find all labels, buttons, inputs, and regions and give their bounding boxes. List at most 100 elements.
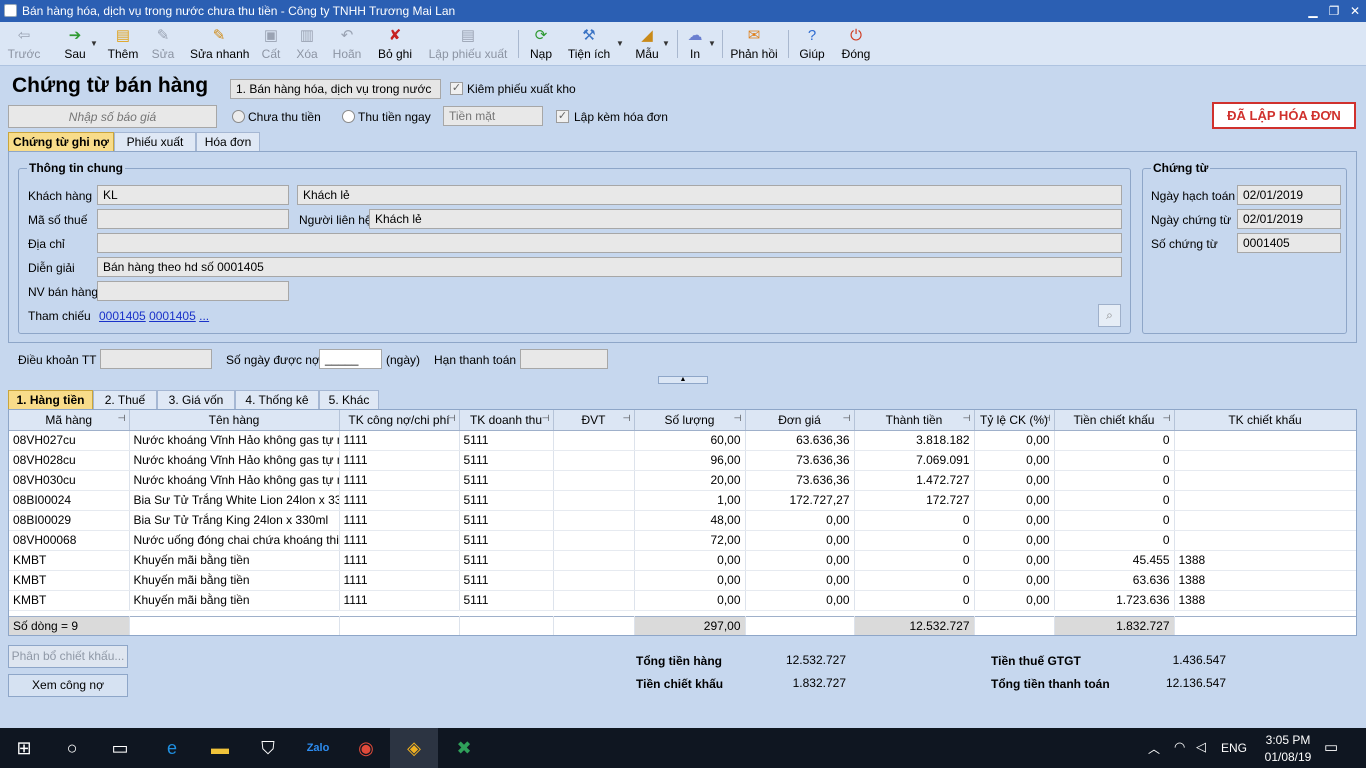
grid-cell[interactable]: 0: [1054, 510, 1175, 531]
next-button[interactable]: ➔ Sau: [60, 22, 90, 66]
grid-cell[interactable]: KMBT: [9, 590, 130, 611]
close-button[interactable]: ⏻ Đóng: [840, 22, 872, 66]
wifi-icon[interactable]: ◠: [1174, 739, 1185, 755]
grid-cell[interactable]: 0,00: [745, 530, 855, 551]
grid-cell[interactable]: 1111: [339, 450, 460, 471]
grid-cell[interactable]: 0,00: [974, 570, 1055, 591]
grid-cell[interactable]: Khuyến mãi bằng tiền: [129, 550, 340, 571]
grid-cell[interactable]: [553, 450, 635, 471]
undo-button[interactable]: ↶ Hoãn: [330, 22, 364, 66]
grid-cell[interactable]: 0,00: [745, 570, 855, 591]
view-debt-button[interactable]: Xem công nợ: [8, 674, 128, 697]
search-reference-icon[interactable]: ⌕: [1098, 304, 1121, 327]
grid-cell[interactable]: 08VH028cu: [9, 450, 130, 471]
grid-cell[interactable]: 7.069.091: [854, 450, 975, 471]
excel-icon[interactable]: ✖: [440, 728, 488, 768]
column-header[interactable]: TK chiết khấu: [1174, 410, 1356, 431]
column-header[interactable]: Tỷ lệ CK (%) ⊣: [974, 410, 1055, 431]
table-row[interactable]: 08VH027cu Nước khoáng Vĩnh Hảo không gas …: [9, 430, 1356, 451]
pin-icon[interactable]: ⊣: [963, 413, 971, 424]
tab-debit-voucher[interactable]: Chứng từ ghi nợ: [8, 132, 114, 152]
chrome-icon[interactable]: ◉: [342, 728, 390, 768]
misa-app-icon[interactable]: ◈: [390, 728, 438, 768]
grid-cell[interactable]: 60,00: [634, 430, 746, 451]
collapse-panel-icon[interactable]: ▲: [658, 376, 708, 384]
grid-cell[interactable]: 1388: [1174, 550, 1356, 571]
save-button[interactable]: ▣ Cất: [259, 22, 283, 66]
table-row[interactable]: KMBT Khuyến mãi bằng tiền 1111 5111 0,00 0,00…: [9, 570, 1356, 591]
description-field[interactable]: Bán hàng theo hd số 0001405: [97, 257, 1122, 277]
grid-cell[interactable]: Nước khoáng Vĩnh Hảo không gas tự nh: [129, 450, 340, 471]
grid-cell[interactable]: 5111: [459, 510, 554, 531]
unpaid-radio[interactable]: [232, 110, 245, 123]
address-field[interactable]: [97, 233, 1122, 253]
grid-cell[interactable]: [1174, 490, 1356, 511]
column-header[interactable]: Tên hàng: [129, 410, 340, 431]
minimize-icon[interactable]: ▁: [1304, 2, 1322, 20]
grid-cell[interactable]: 5111: [459, 450, 554, 471]
edge-browser-icon[interactable]: e: [148, 728, 196, 768]
voucher-no-field[interactable]: 0001405: [1237, 233, 1341, 253]
grid-cell[interactable]: Khuyến mãi bằng tiền: [129, 570, 340, 591]
grid-cell[interactable]: [1174, 470, 1356, 491]
grid-cell[interactable]: 5111: [459, 570, 554, 591]
payment-method-input[interactable]: [443, 106, 543, 126]
grid-cell[interactable]: 0: [1054, 430, 1175, 451]
search-icon[interactable]: ○: [48, 728, 96, 768]
column-header[interactable]: ĐVT ⊣: [553, 410, 635, 431]
grid-cell[interactable]: 0: [854, 590, 975, 611]
column-header[interactable]: TK doanh thu ⊣: [459, 410, 554, 431]
contact-field[interactable]: Khách lẻ: [369, 209, 1122, 229]
column-header[interactable]: Mã hàng ⊣: [9, 410, 130, 431]
grid-cell[interactable]: 72,00: [634, 530, 746, 551]
feedback-button[interactable]: ✉ Phản hồi: [729, 22, 779, 66]
template-button[interactable]: ◢ Mẫu: [633, 22, 661, 66]
file-explorer-icon[interactable]: ▬: [196, 728, 244, 768]
grid-cell[interactable]: 08VH00068: [9, 530, 130, 551]
grid-cell[interactable]: 0,00: [974, 430, 1055, 451]
tab-goods-money[interactable]: 1. Hàng tiền: [8, 390, 93, 410]
reference-more-link[interactable]: ...: [199, 309, 209, 323]
grid-cell[interactable]: 0,00: [974, 550, 1055, 571]
reference-link[interactable]: 0001405: [149, 309, 196, 323]
edit-button[interactable]: ✎ Sửa: [149, 22, 177, 66]
grid-cell[interactable]: 96,00: [634, 450, 746, 471]
pin-icon[interactable]: ⊣: [1163, 413, 1171, 424]
grid-cell[interactable]: 5111: [459, 590, 554, 611]
grid-cell[interactable]: 0,00: [745, 590, 855, 611]
tab-tax[interactable]: 2. Thuế: [93, 390, 157, 410]
pin-icon[interactable]: ⊣: [843, 413, 851, 424]
grid-cell[interactable]: 172.727,27: [745, 490, 855, 511]
grid-cell[interactable]: 0,00: [974, 490, 1055, 511]
table-row[interactable]: KMBT Khuyến mãi bằng tiền 1111 5111 0,00 0,00…: [9, 550, 1356, 571]
grid-cell[interactable]: 73.636,36: [745, 470, 855, 491]
grid-cell[interactable]: 0: [1054, 530, 1175, 551]
grid-cell[interactable]: KMBT: [9, 550, 130, 571]
grid-cell[interactable]: 1111: [339, 570, 460, 591]
restore-icon[interactable]: ❐: [1325, 2, 1343, 20]
grid-cell[interactable]: [553, 470, 635, 491]
grid-cell[interactable]: 0,00: [634, 590, 746, 611]
tab-other[interactable]: 5. Khác: [319, 390, 379, 410]
grid-cell[interactable]: 5111: [459, 470, 554, 491]
payment-terms-field[interactable]: [100, 349, 212, 369]
grid-cell[interactable]: 1111: [339, 470, 460, 491]
customer-code-field[interactable]: KL: [97, 185, 289, 205]
grid-cell[interactable]: 0: [1054, 490, 1175, 511]
prev-button[interactable]: ⇦ Trước: [6, 22, 42, 66]
pin-icon[interactable]: ⊣: [542, 413, 550, 424]
grid-cell[interactable]: 0,00: [745, 550, 855, 571]
create-issue-button[interactable]: ▤ Lập phiếu xuất: [426, 22, 510, 66]
grid-cell[interactable]: 0,00: [974, 590, 1055, 611]
clock-date[interactable]: 01/08/19: [1260, 750, 1316, 764]
pin-icon[interactable]: ⊣: [734, 413, 742, 424]
grid-cell[interactable]: 0: [1054, 470, 1175, 491]
pin-icon[interactable]: ⊣: [1043, 413, 1051, 424]
grid-cell[interactable]: 1388: [1174, 590, 1356, 611]
tab-stock-issue[interactable]: Phiếu xuất: [114, 132, 196, 152]
volume-icon[interactable]: ◁: [1196, 739, 1206, 755]
customer-name-field[interactable]: Khách lẻ: [297, 185, 1122, 205]
chevron-down-icon[interactable]: ▼: [90, 39, 98, 48]
grid-cell[interactable]: Nước uống đóng chai chứa khoáng thiê: [129, 530, 340, 551]
grid-cell[interactable]: 1111: [339, 530, 460, 551]
